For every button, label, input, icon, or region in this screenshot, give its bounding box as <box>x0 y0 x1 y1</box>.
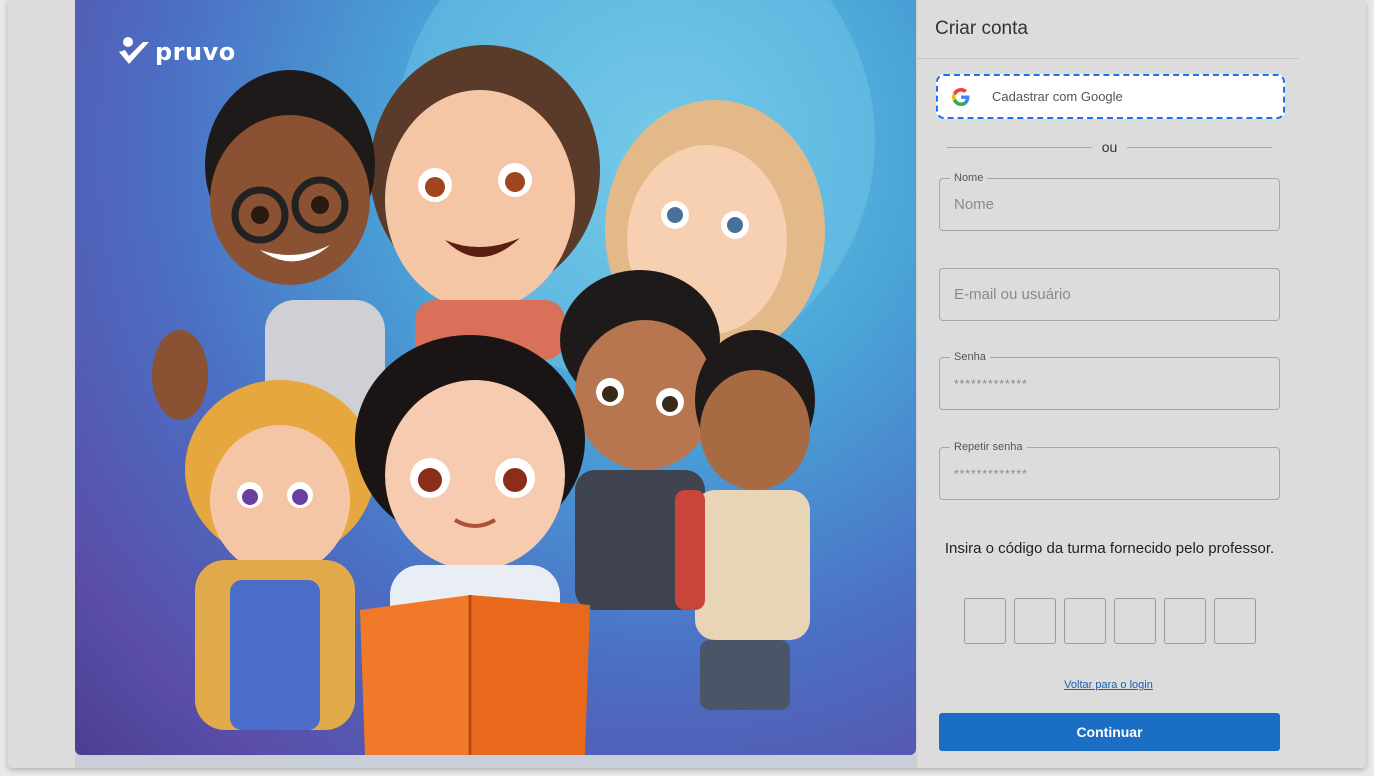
class-code-digit-4[interactable] <box>1114 598 1156 644</box>
name-input[interactable] <box>954 179 1274 230</box>
back-to-login-link[interactable]: Voltar para o login <box>917 679 1300 691</box>
name-field: Nome <box>939 172 1280 231</box>
google-icon <box>952 87 970 106</box>
brand-logo: pruvo <box>117 36 236 68</box>
password-input[interactable] <box>954 358 1274 409</box>
password-field: Senha <box>939 351 1280 410</box>
divider-line-right <box>1127 146 1273 148</box>
email-field <box>939 268 1280 321</box>
form-header: Criar conta <box>917 0 1299 59</box>
hero-footer-strip <box>75 755 916 768</box>
or-divider: ou <box>947 138 1273 156</box>
email-input[interactable] <box>954 269 1274 320</box>
class-code-inputs <box>964 598 1256 644</box>
repeat-password-input[interactable] <box>954 448 1274 499</box>
divider-line-left <box>947 146 1092 148</box>
signup-form-panel: Criar conta Cadastrar com Google ou Nome… <box>916 0 1299 768</box>
kids-illustration <box>152 0 875 755</box>
google-signup-button[interactable]: Cadastrar com Google <box>936 74 1285 119</box>
repeat-password-field: Repetir senha <box>939 441 1280 500</box>
class-code-digit-1[interactable] <box>964 598 1006 644</box>
page-title: Criar conta <box>935 18 1028 39</box>
class-code-digit-3[interactable] <box>1064 598 1106 644</box>
continue-button[interactable]: Continuar <box>939 713 1280 751</box>
hero-illustration: pruvo <box>75 0 916 755</box>
divider-text: ou <box>1101 139 1118 155</box>
checkmark-icon <box>119 37 149 64</box>
class-code-digit-2[interactable] <box>1014 598 1056 644</box>
class-code-digit-6[interactable] <box>1214 598 1256 644</box>
brand-name: pruvo <box>155 38 236 66</box>
google-signup-label: Cadastrar com Google <box>992 89 1123 104</box>
class-code-label: Insira o código da turma fornecido pelo … <box>944 540 1275 557</box>
class-code-digit-5[interactable] <box>1164 598 1206 644</box>
